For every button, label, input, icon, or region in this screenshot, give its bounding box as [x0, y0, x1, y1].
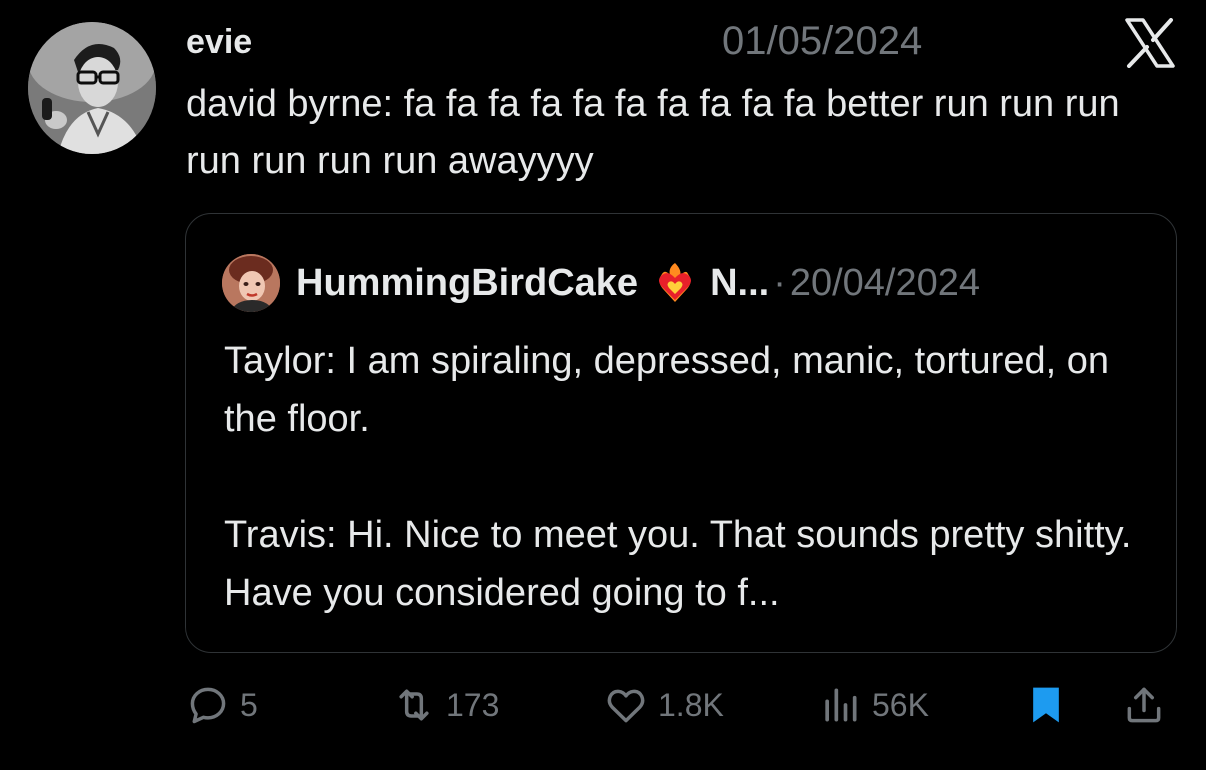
repost-button[interactable]: 173 — [392, 682, 499, 728]
heart-icon — [607, 689, 645, 723]
reply-icon — [190, 687, 226, 724]
repost-count: 173 — [446, 686, 500, 723]
x-logo-icon — [1125, 18, 1175, 68]
author-avatar-image — [28, 22, 156, 154]
share-button[interactable] — [1122, 682, 1166, 728]
bookmark-icon — [1033, 687, 1059, 723]
author-avatar[interactable] — [28, 22, 156, 154]
quoted-author-name[interactable]: HummingBirdCake — [296, 262, 638, 305]
heart-on-fire-icon — [659, 263, 692, 302]
quoted-post-separator: · — [773, 261, 786, 304]
quoted-author-avatar-image — [222, 254, 280, 312]
author-name[interactable]: evie — [186, 22, 252, 62]
post-text: david byrne: fa fa fa fa fa fa fa fa fa … — [186, 83, 1120, 182]
quoted-post-paragraph: Travis: Hi. Nice to meet you. That sound… — [224, 514, 1132, 614]
quoted-post-header: HummingBirdCake N... · 20/04/2024 — [296, 258, 980, 308]
quoted-post-date[interactable]: 20/04/2024 — [790, 262, 980, 305]
bookmark-button[interactable] — [1024, 682, 1068, 728]
reply-count: 5 — [240, 686, 258, 723]
reply-button[interactable]: 5 — [186, 682, 258, 728]
views-icon — [825, 688, 857, 722]
repost-icon — [399, 689, 429, 721]
views-button[interactable]: 56K — [818, 682, 929, 728]
views-count: 56K — [872, 686, 929, 723]
quoted-post-text: Taylor: I am spiraling, depressed, manic… — [224, 332, 1154, 622]
share-icon — [1127, 687, 1161, 723]
quoted-post-paragraph: Taylor: I am spiraling, depressed, manic… — [224, 340, 1109, 440]
quoted-author-handle[interactable]: N... — [710, 262, 769, 305]
quoted-author-avatar[interactable] — [222, 254, 280, 312]
like-button[interactable]: 1.8K — [604, 682, 724, 728]
post-date[interactable]: 01/05/2024 — [722, 18, 922, 64]
like-count: 1.8K — [658, 686, 724, 723]
quoted-post-card[interactable]: HummingBirdCake N... · 20/04/2024 Taylor… — [185, 213, 1177, 653]
